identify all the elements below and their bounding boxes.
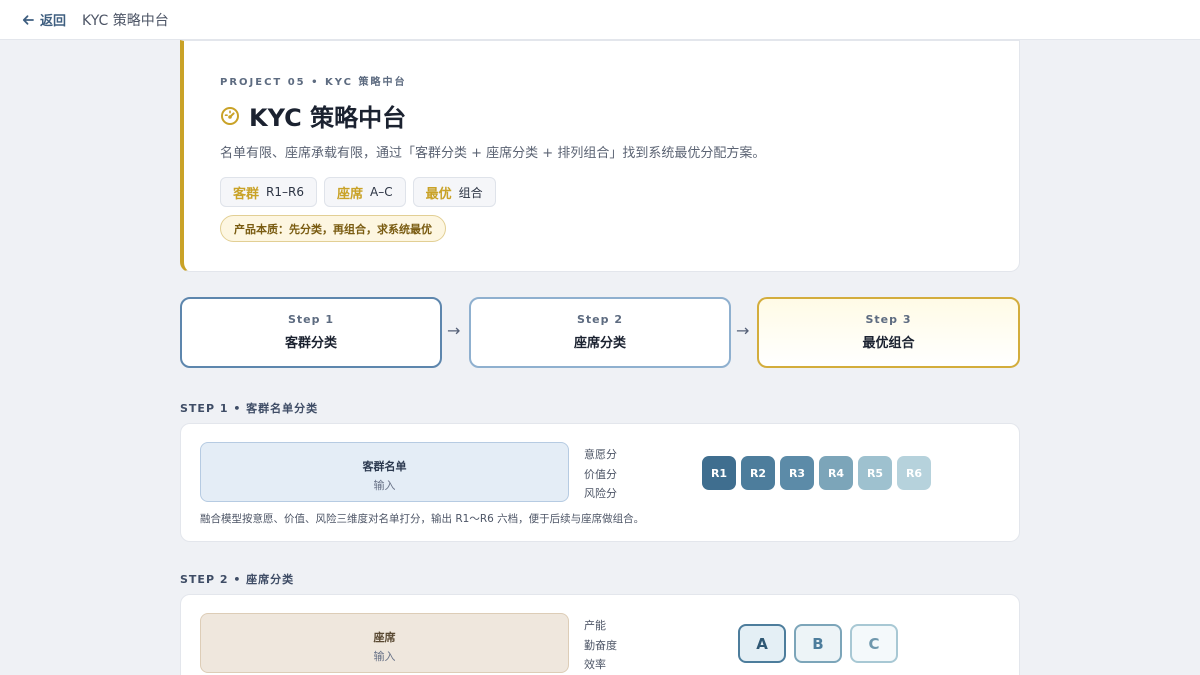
score-criteria: 意愿分 价值分 风险分: [584, 445, 617, 504]
project-description: 名单有限、座席承载有限，通过「客群分类 + 座席分类 + 排列组合」找到系统最优…: [220, 146, 766, 161]
tag-seat: 座席 A–C: [323, 177, 406, 207]
criterion-value: 价值分: [584, 467, 617, 481]
essence-badge: 产品本质：先分类，再组合，求系统最优: [220, 215, 446, 242]
step-label: 座席分类: [573, 336, 626, 351]
tag-key: 座席: [336, 186, 363, 202]
rank-badge-r4[interactable]: R4: [819, 456, 853, 490]
page-title: KYC 策略中台: [82, 12, 169, 29]
input-subtitle: 输入: [373, 479, 396, 492]
criterion-diligence: 勤奋度: [584, 638, 617, 652]
project-title-text: KYC 策略中台: [249, 104, 407, 132]
input-title: 客群名单: [362, 460, 407, 473]
section-2-label: STEP 2 • 座席分类: [180, 573, 295, 586]
step-number: Step 2: [577, 313, 623, 326]
seat-badge-c[interactable]: C: [850, 624, 898, 663]
project-eyebrow: PROJECT 05 • KYC 策略中台: [220, 77, 407, 88]
step-label: 客群分类: [284, 336, 337, 351]
tag-key: 客群: [233, 186, 260, 202]
rank-badge-r5[interactable]: R5: [858, 456, 892, 490]
tag-optimal: 最优 组合: [412, 177, 496, 207]
project-hero-card: PROJECT 05 • KYC 策略中台 KYC 策略中台 名单有限、座席承载…: [180, 40, 1020, 272]
section-1-note: 融合模型按意愿、价值、风险三维度对名单打分，输出 R1～R6 六档，便于后续与座…: [200, 513, 645, 525]
seat-badge-a[interactable]: A: [738, 624, 786, 663]
step-number: Step 3: [865, 313, 912, 326]
seat-badge-b[interactable]: B: [794, 624, 842, 663]
arrow-right-icon: →: [736, 321, 750, 340]
input-title: 座席: [373, 631, 396, 644]
top-bar: 返回 KYC 策略中台: [0, 0, 1200, 40]
seat-criteria: 产能 勤奋度 效率: [584, 616, 617, 675]
rank-badge-r6[interactable]: R6: [897, 456, 931, 490]
section-2-card: 座席 输入 产能 勤奋度 效率 A B C: [180, 594, 1020, 675]
rank-badge-r1[interactable]: R1: [702, 456, 736, 490]
rank-badge-r2[interactable]: R2: [741, 456, 775, 490]
arrow-right-icon: →: [447, 321, 461, 340]
tag-value: 组合: [458, 185, 483, 200]
step-card-2[interactable]: Step 2 座席分类: [469, 297, 731, 368]
step-number: Step 1: [288, 313, 334, 326]
tag-segment: 客群 R1–R6: [220, 177, 317, 207]
back-label: 返回: [40, 14, 67, 29]
criterion-risk: 风险分: [584, 487, 617, 500]
section-1-label: STEP 1 • 客群名单分类: [180, 402, 319, 415]
project-title: KYC 策略中台: [220, 98, 1019, 133]
step-card-3[interactable]: Step 3 最优组合: [757, 297, 1020, 368]
seat-input[interactable]: 座席 输入: [200, 613, 569, 673]
step-card-1[interactable]: Step 1 客群分类: [180, 297, 442, 368]
tag-key: 最优: [425, 186, 452, 202]
tag-value: A–C: [369, 185, 393, 199]
arrow-left-icon: [22, 14, 34, 25]
back-button[interactable]: 返回: [22, 10, 66, 29]
tag-list: 客群 R1–R6 座席 A–C 最优 组合: [220, 177, 1019, 207]
input-subtitle: 输入: [373, 650, 396, 663]
criterion-intent: 意愿分: [584, 448, 617, 461]
tag-value: R1–R6: [266, 185, 304, 199]
section-1-card: 客群名单 输入 意愿分 价值分 风险分 R1 R2 R3 R4 R5 R6 融合…: [180, 423, 1020, 542]
criterion-efficiency: 效率: [584, 658, 606, 671]
step-flow: Step 1 客群分类 → Step 2 座席分类 → Step 3 最优组合: [180, 297, 1020, 368]
gauge-icon: [221, 106, 239, 125]
step-label: 最优组合: [862, 336, 915, 351]
criterion-capacity: 产能: [584, 619, 606, 632]
customer-list-input[interactable]: 客群名单 输入: [200, 442, 569, 502]
rank-badge-r3[interactable]: R3: [780, 456, 814, 490]
